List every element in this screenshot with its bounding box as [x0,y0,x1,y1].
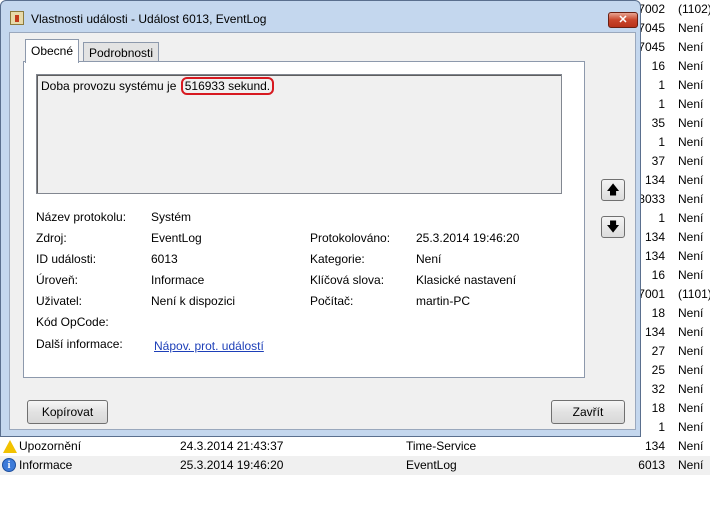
keywords-value: Klasické nastavení [416,273,517,287]
task-category-cell: Není [678,249,704,263]
task-category-cell: Není [678,21,704,35]
event-description-box[interactable]: Doba provozu systému je 516933 sekund. [36,74,562,194]
logged-label: Protokolováno: [310,231,391,245]
log-name-value: Systém [151,210,192,224]
task-category-label: Kategorie: [310,252,365,266]
next-event-button[interactable]: 🡇 [601,216,625,238]
more-info-link[interactable]: Nápov. prot. událostí [154,339,264,353]
close-button[interactable]: Zavřít [551,400,625,424]
more-info-label: Další informace: [36,337,123,351]
event-id-value: 6013 [151,252,178,266]
source-label: Zdroj: [36,231,67,245]
source-cell: Time-Service [406,439,477,453]
task-category-cell: Není [678,116,704,130]
computer-label: Počítač: [310,294,354,308]
close-icon[interactable]: ✕ [608,12,638,28]
source-value: EventLog [151,231,202,245]
tab-general[interactable]: Obecné [25,39,80,63]
event-id-label: ID události: [36,252,97,266]
task-category-cell: Není [678,363,704,377]
title-bar[interactable]: Vlastnosti události - Událost 6013, Even… [1,1,640,33]
task-category-cell: Není [678,458,704,472]
task-category-cell: Není [678,135,704,149]
task-category-cell: Není [678,325,704,339]
description-prefix: Doba provozu systému je [41,79,180,93]
task-category-cell: Není [678,401,704,415]
general-tab-panel: Doba provozu systému je 516933 sekund. N… [23,61,585,378]
event-id-cell: 134 [644,439,665,453]
event-description: Doba provozu systému je 516933 sekund. [41,77,275,95]
copy-button[interactable]: Kopírovat [27,400,108,424]
opcode-label: Kód OpCode: [36,315,109,329]
description-highlight: 516933 sekund. [180,77,275,95]
log-name-label: Název protokolu: [36,210,127,224]
event-id-cell: 6013 [638,458,665,472]
task-category-cell: Není [678,439,704,453]
task-category-cell: Není [678,192,704,206]
logged-value: 25.3.2014 19:46:20 [416,231,520,245]
level-value: Informace [151,273,205,287]
task-category-cell: Není [678,173,704,187]
keywords-label: Klíčová slova: [310,273,385,287]
level-cell: Informace [19,458,73,472]
user-label: Uživatel: [36,294,83,308]
task-category-cell: Není [678,59,704,73]
task-category-cell: Není [678,420,704,434]
task-category-cell: Není [678,268,704,282]
source-cell: EventLog [406,458,457,472]
date-cell: 25.3.2014 19:46:20 [180,458,284,472]
task-category-cell: Není [678,97,704,111]
previous-event-button[interactable]: 🡅 [601,179,625,201]
event-list-row[interactable]: Upozornění 24.3.2014 21:43:37 Time-Service… [0,437,710,456]
event-properties-dialog: Vlastnosti události - Událost 6013, Even… [0,0,641,437]
computer-value: martin-PC [416,294,471,308]
task-category-cell: Není [678,211,704,225]
level-cell: Upozornění [19,439,82,453]
task-category-cell: Není [678,344,704,358]
event-list-row[interactable]: i Informace 25.3.2014 19:46:20 EventLog 6013… [0,456,710,475]
dialog-title: Vlastnosti události - Událost 6013, Even… [31,12,267,26]
task-category-cell: Není [678,230,704,244]
task-category-value: Není [416,252,442,266]
task-category-cell: Není [678,78,704,92]
task-category-cell: Není [678,306,704,320]
task-category-cell: Není [678,382,704,396]
event-viewer-icon [10,11,24,25]
info-icon: i [2,458,16,472]
date-cell: 24.3.2014 21:43:37 [180,439,284,453]
warning-icon [3,440,17,453]
task-category-cell: Není [678,154,704,168]
task-category-cell: Není [678,40,704,54]
user-value: Není k dispozici [151,294,236,308]
task-category-cell: (1101) [678,287,710,301]
level-label: Úroveň: [36,273,79,287]
dialog-client-area: Obecné Podrobnosti Doba provozu systému … [9,32,636,430]
tab-details[interactable]: Podrobnosti [83,42,160,63]
task-category-cell: (1102) [678,2,710,16]
arrow-up-icon: 🡅 [606,182,620,197]
arrow-down-icon: 🡇 [606,219,620,234]
